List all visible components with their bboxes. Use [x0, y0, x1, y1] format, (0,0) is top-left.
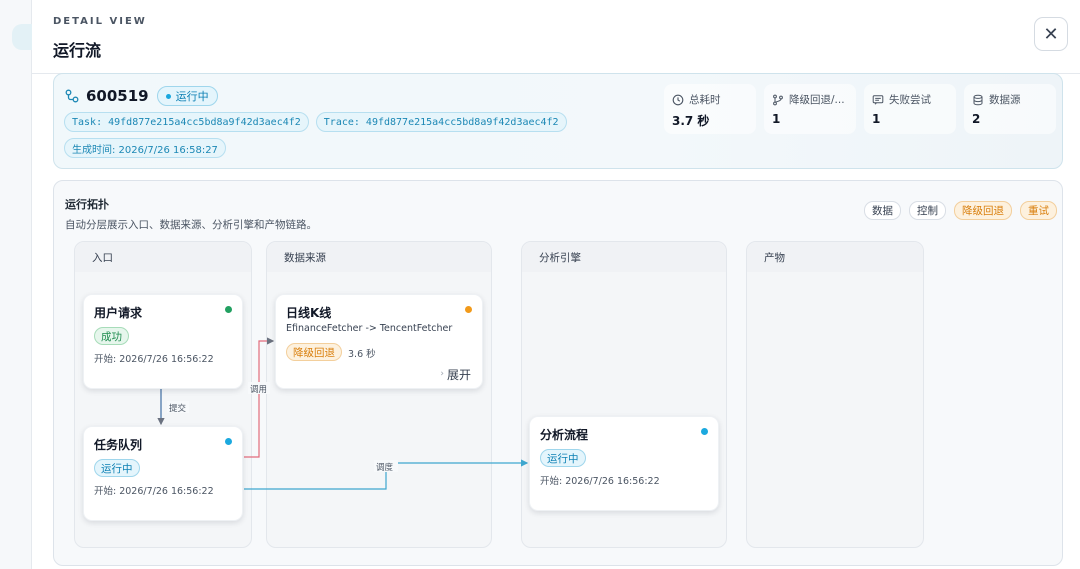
status-dot — [225, 306, 232, 313]
node-task-queue[interactable]: 任务队列 运行中 开始: 2026/7/26 16:56:22 — [83, 426, 243, 521]
branch-icon — [773, 94, 783, 105]
topology-subtitle: 自动分层展示入口、数据来源、分析引擎和产物链路。 — [65, 219, 317, 231]
symbol-row: 600519 运行中 — [65, 86, 218, 106]
status-dot — [165, 93, 171, 99]
stat-label: 失败尝试 — [889, 94, 931, 106]
node-daily-kline[interactable]: 日线K线 EfinanceFetcher -> TencentFetcher 降… — [275, 294, 483, 389]
node-start-time: 开始: 2026/7/26 16:56:22 — [94, 486, 214, 497]
flow-icon — [65, 89, 79, 103]
lane-label: 入口 — [92, 252, 113, 264]
status-dot — [701, 428, 708, 435]
status-badge: 降级回退 — [286, 343, 342, 361]
edge-legend: 数据 控制 降级回退 重试 — [864, 201, 1057, 220]
stat-value: 1 — [872, 112, 881, 126]
edge-label-call: 调用 — [250, 385, 267, 395]
lane-label: 数据来源 — [284, 252, 326, 264]
page-title: 运行流 — [53, 41, 102, 60]
legend-control[interactable]: 控制 — [909, 201, 946, 220]
stat-label-row: 数据源 — [972, 92, 1021, 107]
task-id-chip[interactable]: Task: 49fd877e215a4cc5bd8a9f42d3aec4f2 — [64, 112, 309, 132]
status-dot — [465, 306, 472, 313]
lane-label: 分析引擎 — [539, 252, 581, 264]
stat-label-row: 总耗时 — [672, 92, 721, 107]
stat-data-sources: 数据源 2 — [964, 84, 1056, 134]
stat-failed-attempts: 失败尝试 1 — [864, 84, 956, 134]
legend-retry[interactable]: 重试 — [1020, 201, 1057, 220]
stat-total-duration: 总耗时 3.7 秒 — [664, 84, 756, 134]
status-dot — [225, 438, 232, 445]
stat-value: 3.7 秒 — [672, 114, 710, 128]
stat-label-row: 失败尝试 — [872, 92, 931, 107]
close-icon: ✕ — [1043, 23, 1059, 45]
expand-label: 展开 — [446, 367, 471, 382]
lane-data-source: 数据来源 — [266, 241, 492, 548]
chevron-right-icon: › — [440, 369, 444, 379]
stat-label-row: 降级回退/... — [772, 92, 845, 107]
status-badge: 成功 — [94, 327, 129, 345]
node-title: 任务队列 — [94, 438, 143, 452]
id-chip-row: Task: 49fd877e215a4cc5bd8a9f42d3aec4f2 T… — [64, 112, 567, 132]
node-start-time: 开始: 2026/7/26 16:56:22 — [94, 354, 214, 365]
stat-value: 2 — [972, 112, 981, 126]
message-icon — [872, 94, 884, 105]
status-badge: 运行中 — [540, 449, 586, 467]
trace-id-chip[interactable]: Trace: 49fd877e215a4cc5bd8a9f42d3aec4f2 — [315, 112, 567, 132]
rail-indicator — [12, 24, 32, 50]
node-duration: 3.6 秒 — [348, 349, 376, 360]
topology-title: 运行拓扑 — [65, 198, 109, 211]
legend-fallback[interactable]: 降级回退 — [954, 201, 1012, 220]
node-title: 用户请求 — [94, 306, 143, 320]
lane-header: 产物 — [747, 242, 923, 272]
node-title: 日线K线 — [286, 306, 332, 320]
lane-header: 分析引擎 — [522, 242, 726, 272]
panel-eyebrow: DETAIL VIEW — [53, 16, 147, 27]
legend-data[interactable]: 数据 — [864, 201, 901, 220]
lane-header: 入口 — [75, 242, 251, 272]
status-text: 运行中 — [175, 90, 209, 103]
status-badge: 运行中 — [156, 86, 218, 106]
stat-fallback: 降级回退/... 1 — [764, 84, 856, 134]
stat-label: 降级回退/... — [789, 94, 845, 106]
stat-value: 1 — [772, 112, 781, 126]
node-title: 分析流程 — [540, 428, 589, 442]
left-rail — [0, 0, 32, 569]
lane-header: 数据来源 — [267, 242, 491, 272]
panel-header: DETAIL VIEW 运行流 ✕ — [32, 0, 1080, 74]
topology-section: 运行拓扑 自动分层展示入口、数据来源、分析引擎和产物链路。 数据 控制 降级回退… — [53, 180, 1063, 566]
clock-icon — [672, 94, 684, 105]
stock-symbol: 600519 — [86, 87, 149, 105]
status-badge: 运行中 — [94, 459, 140, 477]
close-button[interactable]: ✕ — [1034, 17, 1068, 51]
stat-label: 数据源 — [989, 94, 1021, 106]
lane-artifacts: 产物 — [746, 241, 924, 548]
node-start-time: 开始: 2026/7/26 16:56:22 — [540, 476, 660, 487]
generated-time-chip: 生成时间: 2026/7/26 16:58:27 — [64, 138, 226, 158]
stat-label: 总耗时 — [689, 94, 721, 106]
database-icon — [973, 94, 983, 105]
node-analysis-flow[interactable]: 分析流程 运行中 开始: 2026/7/26 16:56:22 — [529, 416, 719, 511]
detail-panel: DETAIL VIEW 运行流 ✕ 600519 运行中 Task: 49fd8… — [32, 0, 1080, 569]
run-summary-card: 600519 运行中 Task: 49fd877e215a4cc5bd8a9f4… — [53, 73, 1063, 169]
lane-label: 产物 — [764, 252, 785, 264]
node-description: EfinanceFetcher -> TencentFetcher — [286, 323, 453, 334]
expand-button[interactable]: › 展开 — [436, 365, 475, 383]
node-user-request[interactable]: 用户请求 成功 开始: 2026/7/26 16:56:22 — [83, 294, 243, 389]
